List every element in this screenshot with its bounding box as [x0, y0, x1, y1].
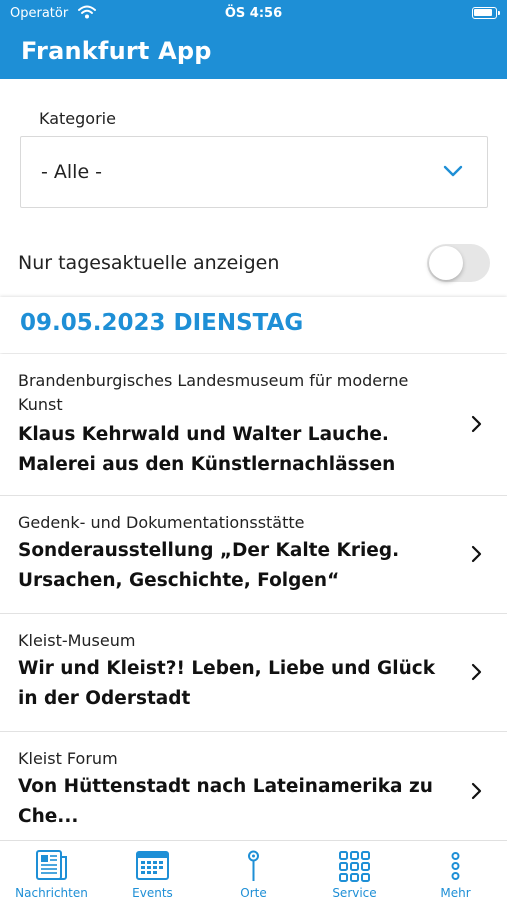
event-list-item[interactable]: Brandenburgisches Landesmuseum für moder… [0, 354, 507, 496]
category-label: Kategorie [39, 109, 116, 128]
event-list-item[interactable]: Kleist Forum Von Hüttenstadt nach Latein… [0, 732, 507, 840]
status-time: ÖS 4:56 [224, 6, 283, 21]
tab-label: Service [332, 886, 377, 900]
event-title: Klaus Kehrwald und Walter Lauche. Malere… [18, 424, 396, 475]
tab-label: Nachrichten [15, 886, 88, 900]
toggle-knob [429, 246, 463, 280]
tab-label: Orte [240, 886, 267, 900]
map-pin-icon [203, 848, 304, 884]
battery-icon [472, 7, 500, 19]
newspaper-icon [1, 848, 102, 884]
event-venue: Brandenburgisches Landesmuseum für moder… [18, 371, 409, 414]
date-section-header: 09.05.2023 DIENSTAG [0, 297, 507, 353]
tab-label: Events [132, 886, 173, 900]
event-title: Von Hüttenstadt nach Lateinamerika zu Ch… [18, 776, 433, 827]
event-venue: Kleist-Museum [18, 631, 136, 650]
tab-events[interactable]: Events [102, 841, 203, 900]
grid-icon [304, 848, 405, 884]
calendar-icon [102, 848, 203, 884]
event-venue: Gedenk- und Dokumentationsstätte [18, 513, 305, 532]
more-vertical-icon [405, 848, 506, 884]
event-list-item[interactable]: Kleist-Museum Wir und Kleist?! Leben, Li… [0, 614, 507, 732]
bottom-tab-bar: Nachrichten Events Orte Service Mehr [0, 840, 507, 900]
tab-orte[interactable]: Orte [203, 841, 304, 900]
tab-mehr[interactable]: Mehr [405, 841, 506, 900]
tab-label: Mehr [440, 886, 471, 900]
event-list-item[interactable]: Gedenk- und Dokumentationsstätte Sondera… [0, 496, 507, 614]
chevron-down-icon [443, 163, 463, 182]
chevron-right-icon [471, 663, 483, 685]
app-header: Operatör ÖS 4:56 Frankfurt App [0, 0, 507, 79]
category-value: - Alle - [41, 161, 103, 183]
category-select[interactable]: - Alle - [20, 136, 488, 208]
event-venue: Kleist Forum [18, 749, 118, 768]
chevron-right-icon [471, 545, 483, 567]
tab-nachrichten[interactable]: Nachrichten [1, 841, 102, 900]
chevron-right-icon [471, 782, 483, 804]
today-only-row: Nur tagesaktuelle anzeigen [0, 240, 507, 288]
date-header-text: 09.05.2023 DIENSTAG [20, 310, 304, 336]
today-only-toggle[interactable] [427, 244, 490, 282]
today-only-label: Nur tagesaktuelle anzeigen [18, 252, 280, 274]
chevron-right-icon [471, 415, 483, 437]
tab-service[interactable]: Service [304, 841, 405, 900]
event-title: Sonderausstellung „Der Kalte Krieg. Ursa… [18, 540, 400, 591]
event-title: Wir und Kleist?! Leben, Liebe und Glück … [18, 658, 436, 709]
app-title: Frankfurt App [21, 37, 212, 65]
status-bar: Operatör ÖS 4:56 [0, 4, 507, 24]
